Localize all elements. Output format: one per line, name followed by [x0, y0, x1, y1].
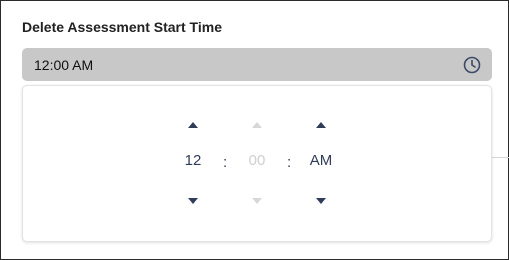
hour-increment-button[interactable] [188, 122, 198, 128]
time-input-value: 12:00 AM [34, 57, 94, 73]
minute-decrement-button[interactable] [252, 198, 262, 204]
background-divider [491, 157, 509, 158]
minute-value: 00 [248, 152, 266, 169]
dialog-frame: Delete Assessment Start Time 12:00 AM 12… [0, 0, 509, 260]
hour-value: 12 [184, 152, 202, 169]
time-separator: : [287, 154, 292, 171]
time-input[interactable]: 12:00 AM [22, 48, 492, 81]
time-separator: : [223, 154, 228, 171]
period-decrement-button[interactable] [316, 198, 326, 204]
time-picker-dropdown: 12 : 00 : AM [22, 85, 492, 242]
minute-increment-button[interactable] [252, 122, 262, 128]
field-label: Delete Assessment Start Time [22, 19, 222, 35]
period-increment-button[interactable] [316, 122, 326, 128]
hour-decrement-button[interactable] [188, 198, 198, 204]
clock-icon[interactable] [462, 55, 482, 75]
period-value: AM [309, 152, 333, 169]
